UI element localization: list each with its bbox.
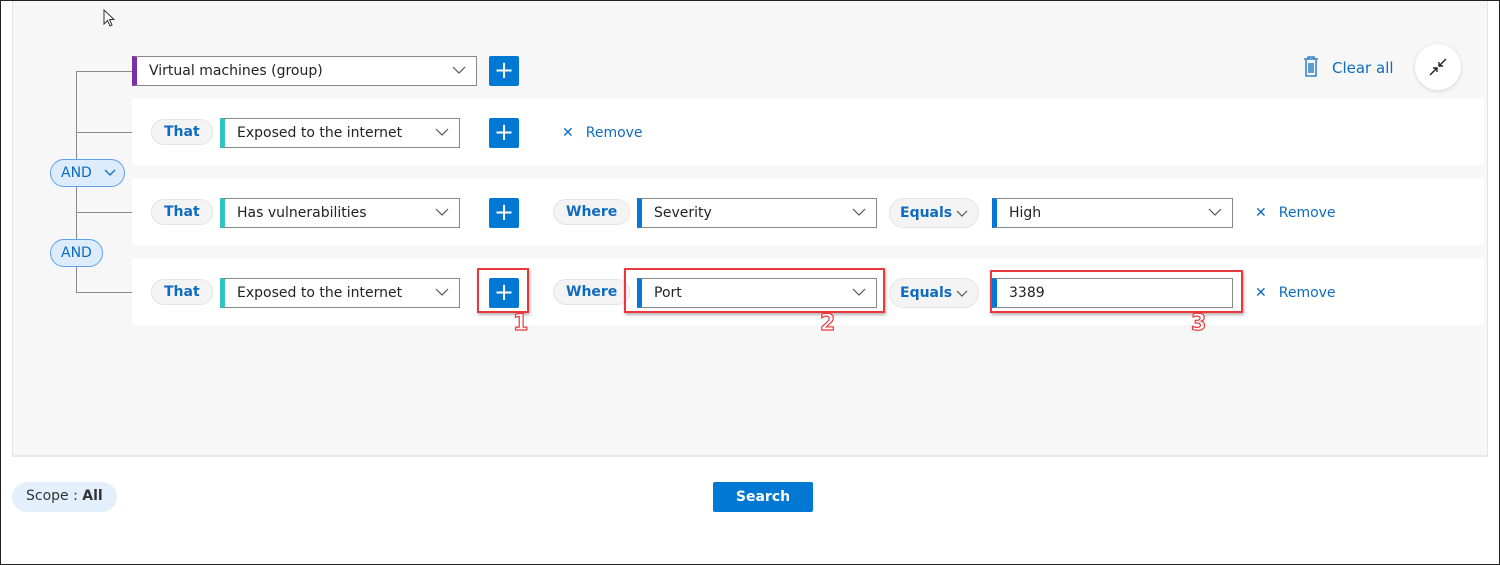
that-label: That (151, 279, 213, 305)
remove-label: Remove (585, 125, 643, 141)
operator-value: Equals (900, 285, 953, 301)
annotation-box-1 (477, 268, 529, 313)
add-condition-button[interactable]: + (489, 56, 519, 86)
remove-label: Remove (1278, 205, 1336, 221)
chevron-down-icon (852, 208, 866, 216)
scope-value: All (82, 488, 103, 504)
annotation-number: 2 (819, 310, 836, 336)
where-label: Where (553, 199, 631, 225)
operator-dropdown[interactable]: Equals (889, 278, 979, 308)
chevron-down-icon (435, 128, 449, 136)
chevron-down-icon (956, 210, 968, 217)
collapse-icon (1429, 58, 1447, 76)
condition-dropdown[interactable]: Exposed to the internet (220, 278, 460, 308)
chevron-down-icon (435, 208, 449, 216)
dropdown-value: Severity (654, 205, 712, 221)
and-label: AND (61, 165, 92, 181)
chevron-down-icon (452, 66, 466, 74)
tree-branch (76, 132, 132, 133)
add-filter-button[interactable]: + (489, 198, 519, 228)
annotation-number: 1 (512, 310, 529, 336)
scope-filter[interactable]: Scope : All (12, 482, 117, 512)
tree-branch (76, 71, 132, 72)
chevron-down-icon (104, 169, 116, 176)
that-label: That (151, 119, 213, 145)
operator-value: Equals (900, 205, 953, 221)
field-dropdown[interactable]: Severity (637, 198, 877, 228)
dropdown-value: Exposed to the internet (237, 125, 403, 141)
remove-label: Remove (1278, 285, 1336, 301)
remove-button[interactable]: ✕ Remove (1255, 205, 1336, 221)
operator-dropdown[interactable]: Equals (889, 198, 979, 228)
chevron-down-icon (956, 290, 968, 297)
condition-dropdown[interactable]: Exposed to the internet (220, 118, 460, 148)
where-label: Where (553, 279, 631, 305)
dropdown-value: Exposed to the internet (237, 285, 403, 301)
dropdown-value: Has vulnerabilities (237, 205, 367, 221)
and-operator[interactable]: AND (50, 239, 103, 267)
collapse-button[interactable] (1415, 44, 1461, 90)
that-label: That (151, 199, 213, 225)
and-operator-dropdown[interactable]: AND (50, 159, 125, 187)
tree-branch (76, 212, 132, 213)
close-icon: ✕ (562, 125, 574, 141)
close-icon: ✕ (1255, 205, 1267, 221)
dropdown-value: High (1009, 205, 1042, 221)
dropdown-value: Virtual machines (group) (149, 63, 323, 79)
condition-row: That Exposed to the internet + ✕ Remove (132, 98, 1484, 165)
clear-all-link[interactable]: Clear all (1332, 59, 1394, 77)
mouse-cursor-icon (103, 8, 116, 27)
add-filter-button[interactable]: + (489, 118, 519, 148)
remove-button[interactable]: ✕ Remove (1255, 285, 1336, 301)
and-label: AND (61, 245, 92, 261)
root-entity-dropdown[interactable]: Virtual machines (group) (132, 56, 477, 86)
condition-row: That Has vulnerabilities + Where Severit… (132, 178, 1484, 245)
scope-label: Scope : (26, 488, 83, 504)
condition-dropdown[interactable]: Has vulnerabilities (220, 198, 460, 228)
chevron-down-icon (1208, 208, 1222, 216)
close-icon: ✕ (1255, 285, 1267, 301)
trash-icon[interactable] (1303, 56, 1319, 78)
tree-branch (76, 292, 132, 293)
remove-button[interactable]: ✕ Remove (562, 125, 643, 141)
annotation-number: 3 (1190, 310, 1207, 336)
value-dropdown[interactable]: High (992, 198, 1233, 228)
search-button[interactable]: Search (713, 482, 813, 512)
annotation-box-2 (624, 268, 885, 313)
chevron-down-icon (435, 288, 449, 296)
annotation-box-3 (990, 270, 1243, 313)
